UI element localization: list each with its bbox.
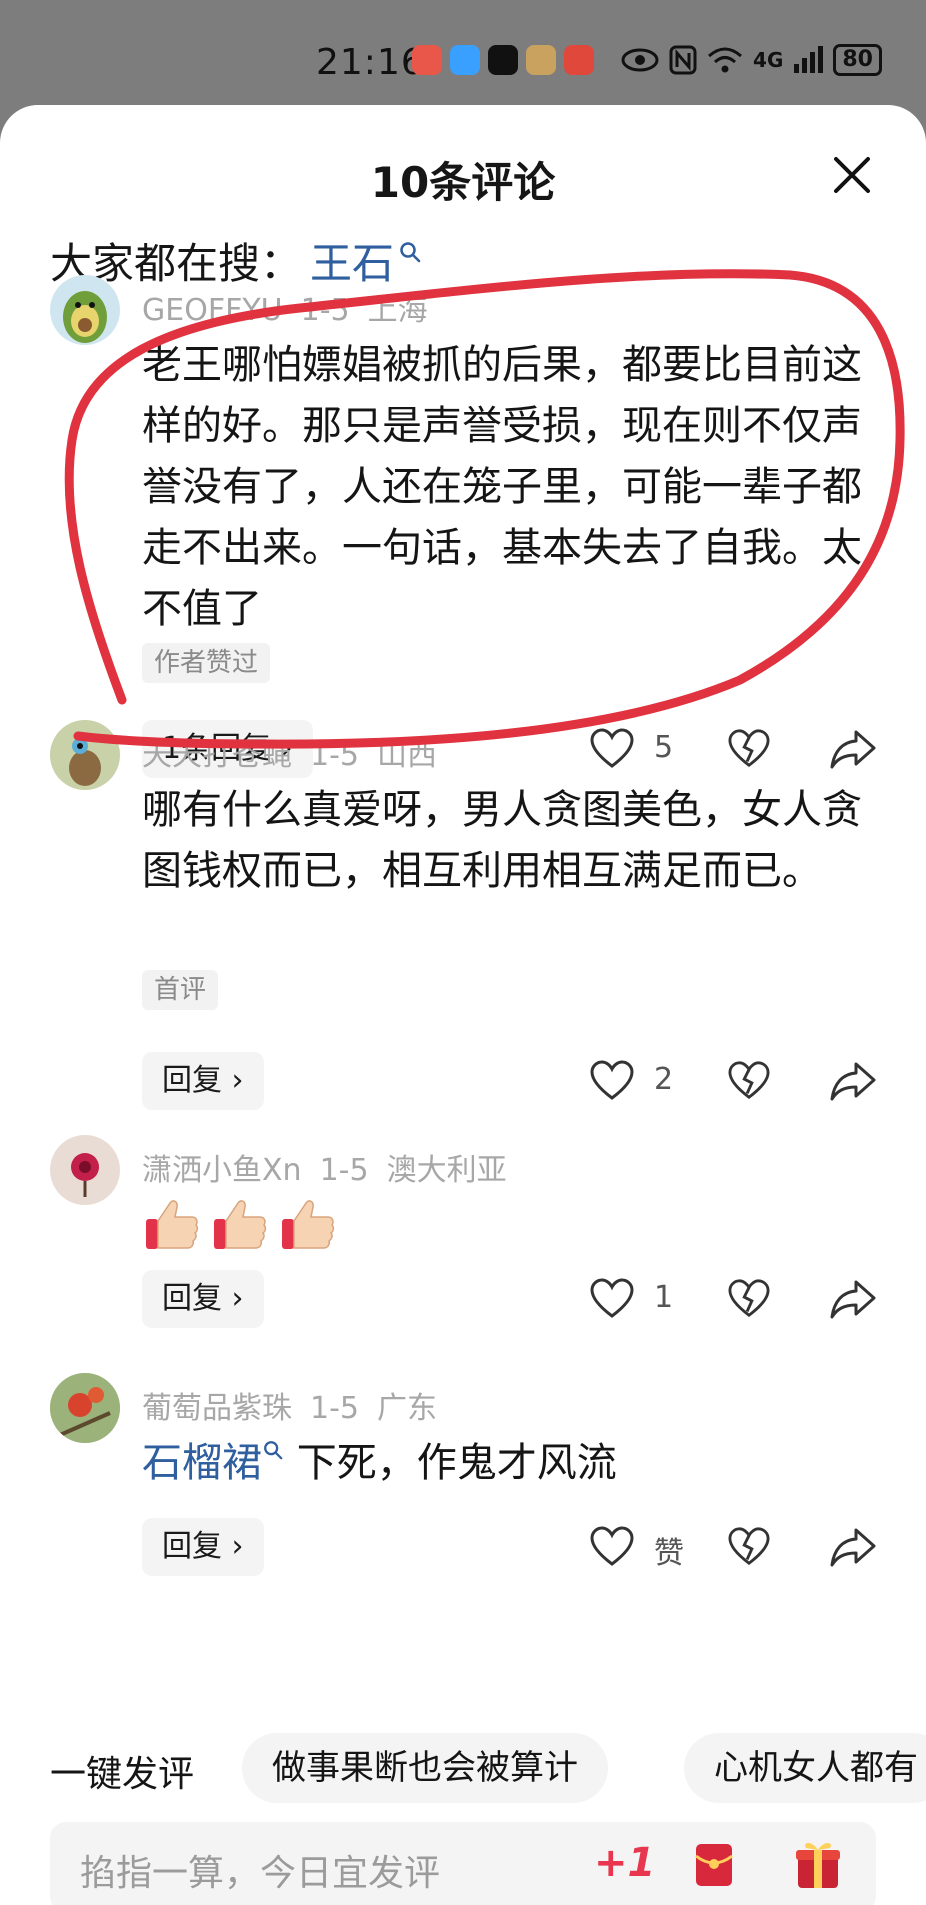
- avatar[interactable]: [50, 275, 120, 345]
- first-comment-tag: 首评: [142, 970, 219, 1010]
- comment-username[interactable]: 天天打苍蝇: [142, 738, 292, 773]
- share-icon[interactable]: [830, 1060, 876, 1102]
- comment-meta: 潇洒小鱼Xn 1-5 澳大利亚: [142, 1145, 525, 1189]
- comment-date: 1-5: [319, 1153, 369, 1188]
- thumbs-up-emoji: [282, 1200, 335, 1249]
- broken-heart-icon[interactable]: [728, 1526, 770, 1568]
- avatar[interactable]: [50, 1373, 120, 1443]
- emoji-row: [142, 1195, 338, 1255]
- comment-meta: GEOFFYU 1-5 上海: [142, 285, 446, 329]
- comment-username[interactable]: 葡萄品紫珠: [142, 1391, 292, 1426]
- reply-button[interactable]: 回复 ›: [142, 1518, 264, 1576]
- comment-date: 1-5: [310, 1391, 359, 1426]
- quick-comment-row: 一键发评 做事果断也会被算计 心机女人都有: [0, 1733, 926, 1803]
- avatar[interactable]: [50, 720, 120, 790]
- comment-username[interactable]: GEOFFYU: [142, 293, 283, 328]
- heart-icon[interactable]: [590, 1060, 634, 1102]
- heart-icon[interactable]: [590, 1278, 634, 1320]
- search-icon: [264, 1441, 283, 1460]
- comment-text: 石榴裙 下死，作鬼才风流: [142, 1433, 862, 1494]
- flower-photo-avatar-icon: [50, 1373, 120, 1443]
- comment-search-link[interactable]: 石榴裙: [142, 1440, 262, 1486]
- share-icon[interactable]: [830, 728, 876, 770]
- tiktok-icon: [488, 45, 518, 75]
- comment-actions: 1: [590, 1274, 880, 1324]
- comment-location: 广东: [377, 1391, 437, 1426]
- nfc-icon: [669, 45, 697, 75]
- quick-comment-chip[interactable]: 心机女人都有: [684, 1733, 926, 1803]
- comment-meta: 天天打苍蝇 1-5 山西: [142, 730, 455, 774]
- comment-date: 1-5: [300, 293, 350, 328]
- thumbs-up-emoji: [214, 1200, 267, 1249]
- app-icon: [564, 45, 594, 75]
- comment-location: 澳大利亚: [386, 1153, 507, 1188]
- like-count: 赞: [654, 1536, 684, 1571]
- signal-icon: [794, 46, 824, 73]
- share-icon[interactable]: [830, 1278, 876, 1320]
- broken-heart-icon[interactable]: [728, 728, 770, 770]
- flower-avatar-icon: [71, 1153, 99, 1197]
- avatar[interactable]: [50, 1135, 120, 1205]
- chat-icon: [450, 45, 480, 75]
- like-count: 5: [654, 730, 674, 765]
- gift-box-icon[interactable]: [792, 1838, 844, 1892]
- wifi-icon: [708, 47, 743, 73]
- quick-comment-label: 一键发评: [50, 1754, 195, 1795]
- comment-text: 哪有什么真爱呀，男人贪图美色，女人贪图钱权而已，相互利用相互满足而已。: [142, 787, 862, 894]
- comment-actions: 赞: [590, 1522, 880, 1572]
- share-icon[interactable]: [830, 1526, 876, 1568]
- call-icon: [412, 45, 442, 75]
- avocado-avatar-icon: [63, 291, 107, 343]
- network-type: 4G: [753, 48, 784, 72]
- status-system-icons: 4G 80: [621, 44, 882, 76]
- comment-meta: 葡萄品紫珠 1-5 广东: [142, 1383, 455, 1427]
- creature-avatar-icon: [69, 738, 101, 786]
- reply-button[interactable]: 回复 ›: [142, 1052, 264, 1110]
- comment-location: 上海: [367, 293, 428, 328]
- comment-text-rest: 下死，作鬼才风流: [284, 1440, 617, 1486]
- like-count: 2: [654, 1062, 674, 1097]
- plus-one-button[interactable]: +1: [594, 1840, 655, 1886]
- like-count: 1: [654, 1280, 674, 1315]
- broken-heart-icon[interactable]: [728, 1278, 770, 1320]
- status-app-icons: [412, 45, 594, 75]
- battery-icon: 80: [833, 44, 882, 76]
- comments-sheet: 10条评论 大家都在搜： 王石 GEOFFYU 1-5 上海 老王哪怕嫖娼被抓的后果…: [0, 105, 926, 1905]
- eye-icon: [621, 48, 659, 72]
- close-icon[interactable]: [830, 153, 874, 197]
- comment-text: 老王哪怕嫖娼被抓的后果，都要比目前这样的好。那只是声誉受损，现在则不仅声誉没有了…: [142, 342, 862, 632]
- comment-actions: 5: [590, 724, 880, 774]
- comment-location: 山西: [377, 738, 437, 773]
- comment-username[interactable]: 潇洒小鱼Xn: [142, 1153, 302, 1188]
- red-envelope-icon[interactable]: [690, 1840, 738, 1890]
- game-icon: [526, 45, 556, 75]
- broken-heart-icon[interactable]: [728, 1060, 770, 1102]
- heart-icon[interactable]: [590, 728, 634, 770]
- comment-input[interactable]: 掐指一算，今日宜发评: [80, 1844, 440, 1896]
- status-time: 21:16: [316, 42, 425, 83]
- comment-date: 1-5: [310, 738, 359, 773]
- thumbs-up-emoji: [146, 1200, 199, 1249]
- status-bar: 21:16 4G 80: [0, 0, 926, 105]
- quick-comment-chip[interactable]: 做事果断也会被算计: [242, 1733, 608, 1803]
- comment-input-bar[interactable]: 掐指一算，今日宜发评 +1: [50, 1822, 876, 1905]
- sheet-title: 10条评论: [370, 158, 556, 207]
- author-liked-tag: 作者赞过: [142, 643, 271, 683]
- reply-button[interactable]: 回复 ›: [142, 1270, 264, 1328]
- trending-search-link[interactable]: 王石: [310, 230, 394, 291]
- search-icon: [400, 241, 421, 262]
- heart-icon[interactable]: [590, 1526, 634, 1568]
- comment-actions: 2: [590, 1056, 880, 1106]
